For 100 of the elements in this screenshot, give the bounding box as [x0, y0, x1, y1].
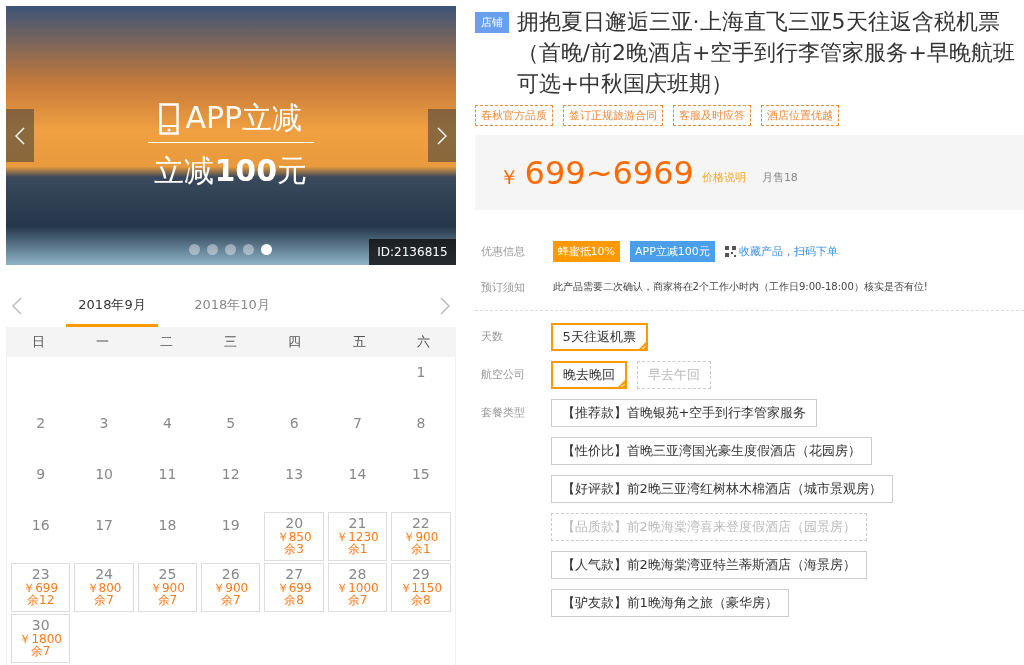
weekday-header: 日: [30, 333, 46, 352]
check-corner-icon: [637, 341, 647, 350]
day-price: ￥699: [276, 582, 312, 594]
calendar-day: 3: [99, 415, 109, 431]
month-tab[interactable]: 2018年10月: [186, 285, 278, 328]
calendar-day: 4: [162, 415, 172, 431]
calendar-day: 26: [221, 566, 240, 582]
promo-headline: APP立减: [185, 99, 303, 137]
day-price: ￥1000: [336, 582, 379, 594]
price-range: 699~6969: [524, 153, 694, 192]
promo-badge: 蜂蜜抵10%: [552, 240, 620, 262]
option-button[interactable]: 【推荐款】首晚银苑+空手到行李管家服务: [550, 399, 818, 427]
calendar-day: 30: [31, 617, 50, 633]
product-id-label: ID:2136815: [369, 239, 456, 266]
shop-badge: 店铺: [474, 12, 509, 33]
seats-left: 余7: [30, 645, 51, 657]
calendar-day: 13: [285, 466, 304, 482]
feature-tag: 客服及时应答: [672, 105, 751, 126]
day-price: ￥900: [149, 582, 185, 594]
day-price: ￥1800: [19, 633, 62, 645]
feature-tag: 签订正规旅游合同: [562, 105, 663, 126]
seats-left: 余3: [284, 543, 304, 555]
weekday-header: 三: [223, 333, 239, 352]
chevron-left-icon: [15, 126, 25, 145]
day-price: ￥850: [276, 531, 312, 543]
product-title: 拥抱夏日邂逅三亚·上海直飞三亚5天往返含税机票（首晚/前2晚酒店+空手到行李管家服务+早晚航班可选+中秋国庆班期）: [516, 8, 1016, 98]
next-slide-button[interactable]: [427, 109, 456, 162]
calendar-day: 11: [158, 466, 177, 482]
calendar-day: 2: [36, 415, 46, 431]
seats-left: 余7: [94, 594, 114, 606]
calendar-day: 15: [411, 466, 430, 482]
qr-code-icon: [724, 245, 736, 257]
price-note-link[interactable]: 价格说明: [701, 170, 746, 185]
calendar-day-price-cell[interactable]: 21 ￥1230 余1: [327, 512, 388, 561]
chevron-right-icon: [439, 297, 450, 316]
calendar-day-price-cell[interactable]: 24 ￥800 余7: [74, 563, 134, 612]
calendar-day: 5: [226, 415, 236, 431]
feature-tag: 酒店位置优越: [760, 105, 839, 126]
calendar-day: 28: [348, 566, 367, 582]
calendar-day: 16: [31, 517, 50, 533]
slide-dot[interactable]: [189, 244, 201, 256]
calendar-day-price-cell[interactable]: 23 ￥699 余12: [11, 563, 71, 612]
promo-label: 优惠信息: [480, 243, 526, 259]
option-button[interactable]: 【驴友款】前1晚海角之旅（豪华房）: [550, 589, 789, 617]
booking-notice: 此产品需要二次确认，商家将在2个工作小时内（工作日9:00-18:00）核实是否有位!: [552, 280, 928, 294]
calendar-day-price-cell[interactable]: 29 ￥1150 余8: [391, 563, 451, 612]
option-button[interactable]: 【人气款】前2晚海棠湾亚特兰蒂斯酒店（海景房）: [550, 551, 867, 579]
calendar-day: 12: [221, 466, 240, 482]
calendar-day: 20: [285, 515, 304, 531]
day-price: ￥1230: [336, 531, 379, 543]
calendar-day: 17: [95, 517, 113, 533]
option-label: 套餐类型: [480, 405, 526, 421]
seats-left: 余7: [220, 594, 241, 606]
next-month-button[interactable]: [439, 297, 450, 316]
calendar-day: 18: [158, 517, 177, 533]
calendar-day-price-cell[interactable]: 27 ￥699 余8: [264, 563, 324, 612]
seats-left: 余7: [347, 594, 368, 606]
seats-left: 余1: [411, 543, 431, 555]
calendar-day-price-cell[interactable]: 30 ￥1800 余7: [11, 614, 71, 663]
calendar-day: 1: [416, 364, 426, 380]
calendar-day-price-cell[interactable]: 26 ￥900 余7: [201, 563, 261, 612]
calendar-day-price-cell[interactable]: 22 ￥900 余1: [391, 512, 451, 561]
calendar-day: 10: [95, 466, 113, 482]
calendar-day-price-cell[interactable]: 20 ￥850 余3: [264, 512, 324, 561]
day-price: ￥900: [213, 582, 249, 594]
calendar-day: 9: [36, 466, 46, 482]
slide-dot[interactable]: [243, 244, 255, 256]
calendar-day: 22: [411, 515, 430, 531]
calendar-day: 8: [416, 415, 426, 431]
promo-subline: 立减100元: [154, 152, 308, 190]
calendar-day: 6: [289, 415, 299, 431]
option-button[interactable]: 【性价比】首晚三亚湾国光豪生度假酒店（花园房）: [550, 437, 872, 465]
weekday-header: 二: [159, 333, 175, 352]
chevron-left-icon: [12, 297, 22, 316]
previous-slide-button[interactable]: [6, 109, 34, 162]
slide-dot[interactable]: [261, 244, 273, 256]
calendar-day: 19: [221, 517, 240, 533]
option-button[interactable]: 【好评款】前2晚三亚湾红树林木棉酒店（城市景观房）: [550, 475, 893, 503]
option-button[interactable]: 晚去晚回: [550, 361, 627, 389]
notice-label: 预订须知: [480, 279, 526, 295]
qr-order-link[interactable]: 收藏产品，扫码下单: [724, 243, 838, 259]
promo-badge: APP立减100元: [630, 240, 715, 262]
calendar-day-price-cell[interactable]: 28 ￥1000 余7: [327, 563, 388, 612]
seats-left: 余12: [27, 594, 55, 606]
currency-sign: ￥: [498, 164, 519, 191]
calendar-day-price-cell[interactable]: 25 ￥900 余7: [137, 563, 198, 612]
previous-month-button[interactable]: [12, 297, 22, 316]
calendar-day: 23: [31, 566, 50, 582]
option-button[interactable]: 5天往返机票: [550, 323, 648, 351]
slide-dot[interactable]: [207, 244, 219, 256]
chevron-right-icon: [436, 126, 447, 145]
weekday-header: 六: [415, 333, 431, 352]
monthly-sales: 月售18: [761, 170, 798, 185]
day-price: ￥900: [403, 531, 439, 543]
seats-left: 余8: [411, 594, 431, 606]
weekday-header: 一: [94, 333, 110, 352]
slide-dot[interactable]: [225, 244, 237, 256]
check-corner-icon: [616, 379, 626, 388]
seats-left: 余1: [347, 543, 368, 555]
weekday-header: 五: [351, 333, 367, 352]
